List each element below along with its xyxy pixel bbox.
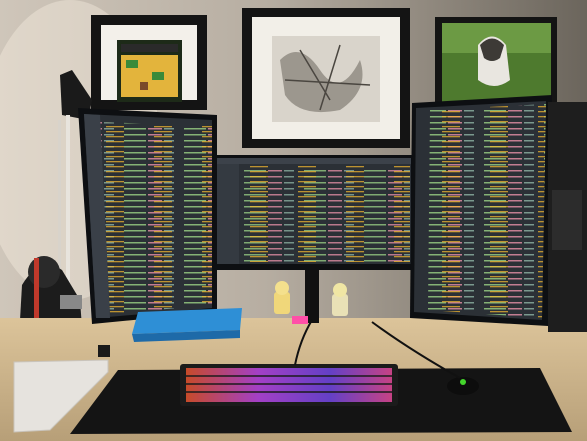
keyboard [180, 364, 398, 406]
monitor-center [214, 155, 414, 270]
monitor-arm-pole [305, 268, 319, 323]
mouse-logo [460, 379, 466, 385]
frame-center-drawing [242, 8, 410, 148]
wall-speaker [98, 345, 110, 357]
frame-left-pixel-art [91, 15, 207, 110]
scene-svg [0, 0, 587, 441]
monitor-left [78, 108, 217, 324]
pc-case-side [552, 190, 582, 250]
desk-setup-photo [0, 0, 587, 441]
monitor-right [410, 95, 552, 326]
blue-notebooks [132, 308, 242, 342]
figurine-right [332, 283, 348, 316]
